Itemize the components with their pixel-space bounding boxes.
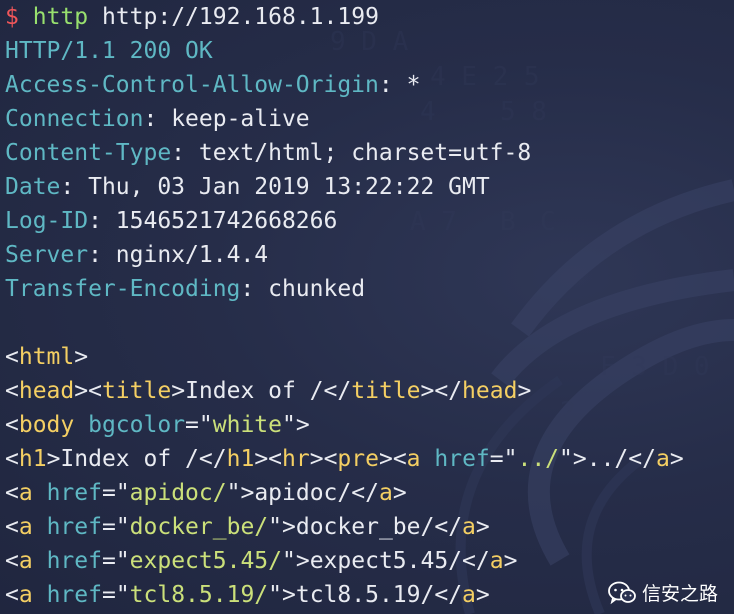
header-value: keep-alive [171,106,310,132]
href-attr: href [46,480,102,506]
header-key: Access-Control-Allow-Origin [5,72,379,98]
body-tag-line: <body bgcolor="white"> [5,412,310,438]
title-tag: title [101,378,172,404]
command-argument: http://192.168.1.199 [101,4,379,30]
header-line: Server: nginx/1.4.4 [5,242,269,268]
header-value: Thu, 03 Jan 2019 13:22:22 GMT [88,174,490,200]
html-tag: html [18,344,75,370]
href-attr: href [46,514,102,540]
header-line: Date: Thu, 03 Jan 2019 13:22:22 GMT [5,174,490,200]
h1-text: Index of / [60,446,199,472]
header-line: Content-Type: text/html; charset=utf-8 [5,140,532,166]
page-title: Index of / [185,378,324,404]
head-close-tag: head [462,378,518,404]
header-line: Access-Control-Allow-Origin: * [5,72,421,98]
terminal-output: $ http http://192.168.1.199 HTTP/1.1 200… [5,0,684,612]
header-value: chunked [268,276,366,302]
body-head-line: <head><title>Index of /</title></head> [5,378,532,404]
header-value: text/html; charset=utf-8 [198,140,532,166]
link-text: apidoc/ [254,480,352,506]
header-key: Log-ID [5,208,89,234]
hr-tag: hr [282,446,310,472]
header-value: * [406,72,421,98]
command-program: http [32,4,89,30]
a-close-tag: a [655,446,670,472]
terminal-window[interactable]: 9 D A 4 E 2 5 4 5 8 A 7 B C F 3 D 0 2 $ … [0,0,734,614]
link-href: ../ [517,446,560,472]
header-line: Connection: keep-alive [5,106,310,132]
a-tag: a [406,446,421,472]
header-line: Transfer-Encoding: chunked [5,276,366,302]
prompt-symbol: $ [5,4,19,30]
title-close-tag: title [351,378,421,404]
a-tag: a [18,548,33,574]
a-close-tag: a [462,514,476,540]
link-text: expect5.45/ [309,548,463,574]
status-line: HTTP/1.1 200 OK [5,38,213,64]
body-h1-line: <h1>Index of /</h1><hr><pre><a href="../… [5,446,684,472]
link-line: <a href="docker_be/">docker_be/</a> [5,514,490,540]
link-text: tcl8.5.19/ [295,582,435,608]
header-key: Date [5,174,61,200]
a-tag: a [18,582,33,608]
bgcolor-value: white [212,412,282,438]
a-tag: a [18,480,33,506]
link-href: tcl8.5.19/ [129,582,269,608]
href-attr: href [46,548,102,574]
link-line: <a href="tcl8.5.19/">tcl8.5.19/</a> [5,582,490,608]
bgcolor-attr: bgcolor [88,412,186,438]
wechat-icon [608,581,636,605]
header-value: nginx/1.4.4 [115,242,269,268]
header-key: Connection [5,106,144,132]
a-close-tag: a [378,480,393,506]
a-close-tag: a [489,548,504,574]
link-line: <a href="apidoc/">apidoc/</a> [5,480,407,506]
pre-tag: pre [337,446,379,472]
watermark-text: 信安之路 [641,583,718,605]
a-tag: a [18,514,33,540]
body-html-open: <html> [5,344,89,370]
header-key: Transfer-Encoding [5,276,241,302]
command-line: $ http http://192.168.1.199 [5,0,684,34]
link-href: apidoc/ [129,480,227,506]
h1-tag: h1 [18,446,47,472]
h1-close-tag: h1 [226,446,255,472]
head-tag: head [18,378,75,404]
a-close-tag: a [462,582,476,608]
link-text: ../ [586,446,629,472]
link-href: expect5.45/ [129,548,282,574]
body-tag: body [18,412,75,438]
href-attr: href [46,582,102,608]
header-key: Content-Type [5,140,172,166]
link-href: docker_be/ [129,514,269,540]
header-value: 1546521742668266 [115,208,338,234]
href-attr: href [434,446,490,472]
header-line: Log-ID: 1546521742668266 [5,208,338,234]
link-line: <a href="expect5.45/">expect5.45/</a> [5,548,518,574]
watermark: 信安之路 [608,579,718,606]
header-key: Server [5,242,89,268]
link-text: docker_be/ [295,514,435,540]
